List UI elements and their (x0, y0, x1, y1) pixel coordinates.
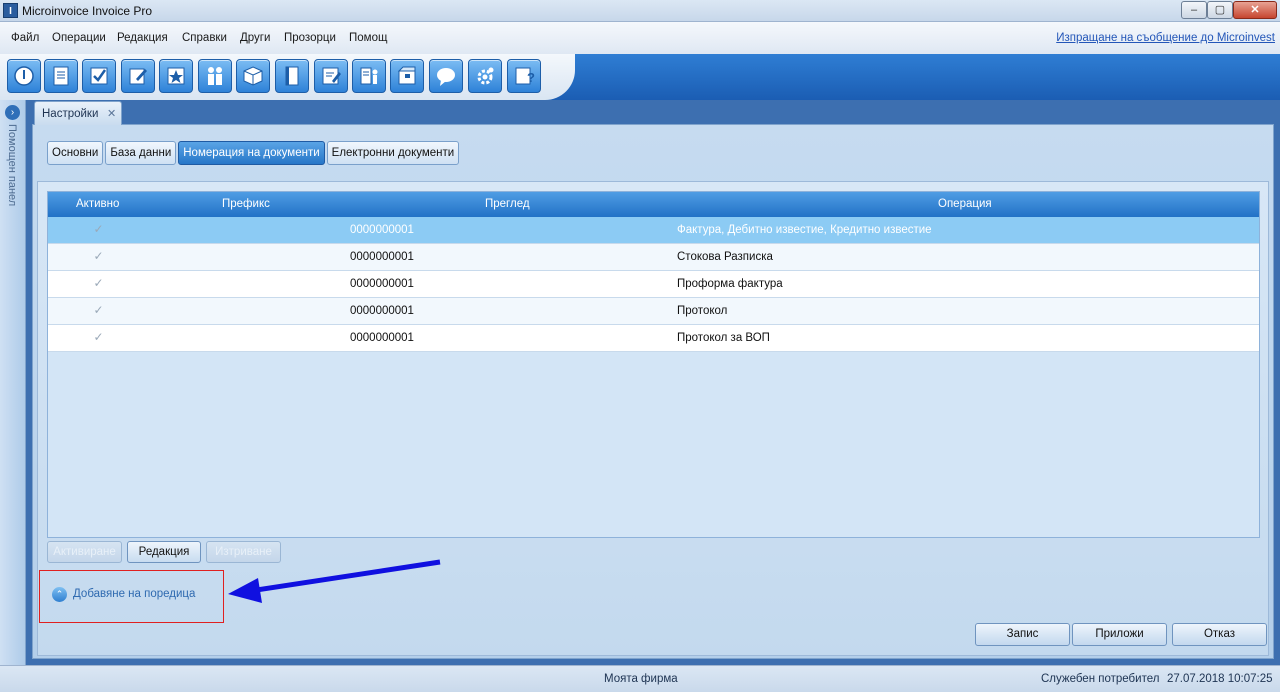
menu-operations[interactable]: Операции (52, 32, 106, 44)
active-checkbox[interactable]: ✓ (92, 223, 105, 236)
apply-button[interactable]: Приложи (1072, 623, 1167, 646)
column-header-active[interactable]: Активно (76, 198, 119, 210)
menu-edit[interactable]: Редакция (117, 32, 168, 44)
document-icon[interactable] (44, 59, 78, 93)
expand-arrow-icon[interactable]: › (5, 105, 20, 120)
tab-settings-label: Настройки (42, 108, 99, 120)
help-icon[interactable]: ? (507, 59, 541, 93)
preview-cell: 0000000001 (350, 224, 414, 236)
table-row[interactable]: ✓ 0000000001 Фактура, Дебитно известие, … (48, 217, 1259, 244)
operation-cell: Проформа фактура (677, 278, 783, 290)
active-checkbox[interactable]: ✓ (92, 250, 105, 263)
svg-text:?: ? (527, 70, 535, 85)
minimize-button[interactable]: ‒ (1181, 1, 1207, 19)
grid-header: Активно Префикс Преглед Операция (48, 192, 1259, 217)
active-checkbox[interactable]: ✓ (92, 304, 105, 317)
menu-help[interactable]: Помощ (349, 32, 387, 44)
close-tab-icon[interactable]: ✕ (107, 107, 116, 120)
star-icon[interactable] (159, 59, 193, 93)
box-icon[interactable] (236, 59, 270, 93)
table-row[interactable]: ✓ 0000000001 Протокол (48, 298, 1259, 325)
note-edit-icon[interactable] (314, 59, 348, 93)
status-datetime: 27.07.2018 10:07:25 (1167, 673, 1273, 685)
operation-cell: Протокол за ВОП (677, 332, 770, 344)
subtab-electronic-documents[interactable]: Електронни документи (326, 141, 460, 165)
table-row[interactable]: ✓ 0000000001 Протокол за ВОП (48, 325, 1259, 352)
close-window-button[interactable]: ✕ (1233, 1, 1277, 19)
numbering-grid: Активно Префикс Преглед Операция ✓ 00000… (47, 191, 1260, 538)
table-row[interactable]: ✓ 0000000001 Стокова Разписка (48, 244, 1259, 271)
status-company: Моята фирма (604, 673, 678, 685)
app-icon: I (3, 3, 18, 18)
delete-button[interactable]: Изтриване (206, 541, 281, 563)
annotation-highlight-box (39, 570, 224, 623)
preview-cell: 0000000001 (350, 332, 414, 344)
power-icon[interactable] (7, 59, 41, 93)
toolbar: ? (0, 54, 1280, 100)
menu-bar: Файл Операции Редакция Справки Други Про… (0, 22, 1280, 54)
status-user: Служебен потребител (1041, 673, 1160, 685)
title-bar: I Microinvoice Invoice Pro ‒ ▢ ✕ (0, 0, 1280, 22)
operation-cell: Протокол (677, 305, 728, 317)
checkbox-icon[interactable] (82, 59, 116, 93)
subtab-general[interactable]: Основни (47, 141, 104, 165)
preview-cell: 0000000001 (350, 305, 414, 317)
preview-cell: 0000000001 (350, 251, 414, 263)
cancel-button[interactable]: Отказ (1172, 623, 1267, 646)
help-panel[interactable]: › Помощен панел (0, 100, 26, 665)
book-icon[interactable] (275, 59, 309, 93)
edit-icon[interactable] (121, 59, 155, 93)
settings-gear-icon[interactable] (468, 59, 502, 93)
status-bar: Моята фирма Служебен потребител 27.07.20… (0, 665, 1280, 692)
tab-settings[interactable]: Настройки ✕ (34, 101, 122, 125)
menu-file[interactable]: Файл (11, 32, 39, 44)
help-panel-label: Помощен панел (6, 124, 18, 207)
chat-icon[interactable] (429, 59, 463, 93)
people-icon[interactable] (198, 59, 232, 93)
operation-cell: Стокова Разписка (677, 251, 773, 263)
subtab-database[interactable]: База данни (105, 141, 177, 165)
person-list-icon[interactable] (352, 59, 386, 93)
column-header-operation[interactable]: Операция (938, 198, 992, 210)
edit-button[interactable]: Редакция (127, 541, 201, 563)
subtab-document-numbering[interactable]: Номерация на документи (178, 141, 325, 165)
table-row[interactable]: ✓ 0000000001 Проформа фактура (48, 271, 1259, 298)
menu-reports[interactable]: Справки (182, 32, 227, 44)
activate-button[interactable]: Активиране (47, 541, 122, 563)
active-checkbox[interactable]: ✓ (92, 277, 105, 290)
save-button[interactable]: Запис (975, 623, 1070, 646)
column-header-prefix[interactable]: Префикс (222, 198, 270, 210)
operation-cell: Фактура, Дебитно известие, Кредитно изве… (677, 224, 932, 236)
menu-windows[interactable]: Прозорци (284, 32, 336, 44)
preview-cell: 0000000001 (350, 278, 414, 290)
column-header-preview[interactable]: Преглед (485, 198, 530, 210)
active-checkbox[interactable]: ✓ (92, 331, 105, 344)
menu-other[interactable]: Други (240, 32, 270, 44)
window-title: Microinvoice Invoice Pro (22, 4, 153, 18)
maximize-button[interactable]: ▢ (1207, 1, 1233, 19)
package-icon[interactable] (390, 59, 424, 93)
settings-subtabs: Основни База данни Номерация на документ… (47, 141, 461, 165)
send-message-link[interactable]: Изпращане на съобщение до Microinvest (1056, 32, 1275, 44)
